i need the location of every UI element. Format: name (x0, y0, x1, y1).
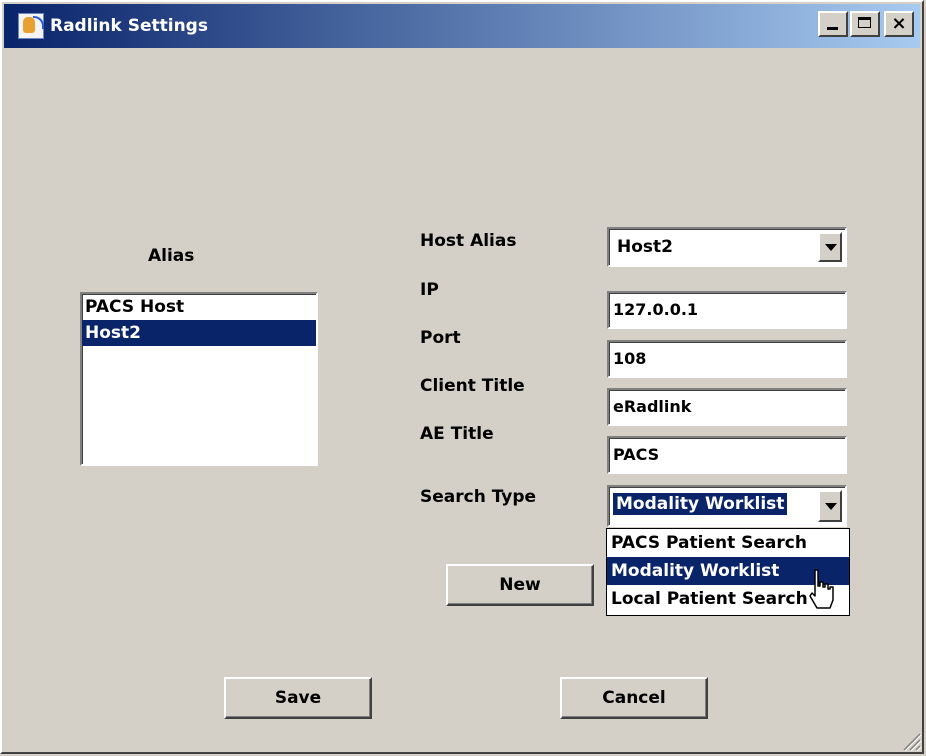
dropdown-arrow-icon (825, 503, 837, 510)
port-label: Port (420, 328, 461, 348)
alias-label: Alias (148, 246, 195, 266)
caption-buttons: × (818, 11, 914, 37)
host-alias-label: Host Alias (420, 231, 517, 251)
ae-title-field[interactable]: PACS (607, 436, 847, 474)
mouse-cursor-icon (809, 569, 834, 609)
ae-title-label: AE Title (420, 424, 494, 444)
host-alias-dropdown-button[interactable] (818, 232, 842, 262)
ip-field[interactable]: 127.0.0.1 (607, 291, 847, 329)
alias-list-item[interactable]: PACS Host (82, 294, 316, 320)
host-alias-combo[interactable]: Host2 (607, 227, 847, 267)
search-type-dropdown-button[interactable] (818, 490, 842, 522)
minimize-button[interactable] (818, 11, 848, 37)
radlink-app-icon (18, 13, 44, 39)
port-field[interactable]: 108 (607, 340, 847, 378)
dropdown-arrow-icon (825, 244, 837, 251)
new-button[interactable]: New (446, 564, 594, 606)
alias-listbox[interactable]: PACS Host Host2 (80, 292, 318, 466)
minimize-icon (827, 27, 838, 30)
window-title: Radlink Settings (50, 16, 208, 36)
search-type-value: Modality Worklist (611, 492, 789, 516)
resize-grip-icon[interactable] (900, 730, 922, 752)
search-type-label: Search Type (420, 487, 537, 507)
alias-list-item-selected[interactable]: Host2 (82, 320, 316, 346)
maximize-button[interactable] (850, 11, 880, 37)
save-button[interactable]: Save (224, 677, 372, 719)
host-alias-value: Host2 (617, 237, 673, 257)
maximize-icon (858, 17, 871, 28)
search-type-combo[interactable]: Modality Worklist (607, 485, 847, 527)
cancel-button[interactable]: Cancel (560, 677, 708, 719)
close-icon: × (891, 13, 907, 34)
title-bar[interactable]: Radlink Settings × (4, 4, 920, 48)
client-title-field[interactable]: eRadlink (607, 388, 847, 426)
client-title-label: Client Title (420, 376, 525, 396)
search-type-option[interactable]: PACS Patient Search (607, 529, 849, 557)
ip-label: IP (420, 280, 439, 300)
close-button[interactable]: × (884, 11, 914, 37)
